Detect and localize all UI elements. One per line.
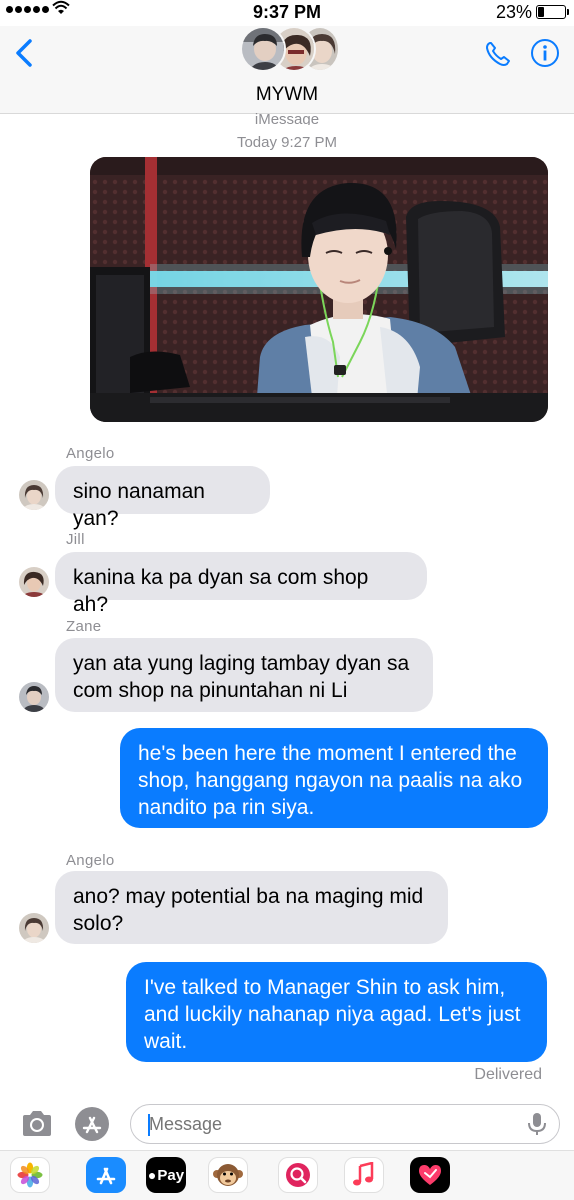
message-bubble-incoming[interactable]: ano? may potential ba na maging mid solo… bbox=[55, 871, 448, 944]
status-time: 9:37 PM bbox=[252, 2, 322, 22]
gif-search-app-icon[interactable] bbox=[278, 1157, 318, 1193]
message-composer bbox=[0, 1100, 574, 1148]
message-timestamp: Today 9:27 PM bbox=[236, 134, 338, 151]
status-bar: 9:37 PM 23% bbox=[0, 0, 574, 26]
photo-attachment[interactable] bbox=[90, 157, 548, 422]
apple-pay-app-icon[interactable]: ● Pay bbox=[146, 1157, 186, 1193]
message-bubble-outgoing[interactable]: I've talked to Manager Shin to ask him, … bbox=[126, 962, 547, 1062]
avatar-angelo-small[interactable] bbox=[19, 913, 49, 943]
avatar-zane bbox=[240, 26, 286, 72]
avatar-zane-small[interactable] bbox=[19, 682, 49, 712]
message-bubble-incoming[interactable]: sino nanaman yan? bbox=[55, 466, 270, 530]
app-store-icon[interactable] bbox=[74, 1106, 110, 1142]
service-label: iMessage bbox=[254, 111, 320, 125]
delivery-status: Delivered bbox=[474, 1066, 542, 1083]
apple-logo-icon: ● bbox=[147, 1167, 157, 1183]
sender-name: Angelo bbox=[66, 445, 115, 462]
back-button[interactable] bbox=[12, 38, 38, 68]
music-app-icon[interactable] bbox=[344, 1157, 384, 1193]
imessage-app-drawer: ● Pay bbox=[0, 1150, 574, 1200]
group-avatars[interactable] bbox=[240, 26, 340, 72]
message-bubble-incoming[interactable]: yan ata yung laging tambay dyan sa com s… bbox=[55, 638, 433, 712]
microphone-icon[interactable] bbox=[526, 1112, 548, 1136]
message-bubble-incoming[interactable]: kanina ka pa dyan sa com shop ah? bbox=[55, 552, 427, 616]
sender-name: Zane bbox=[66, 618, 102, 635]
avatar-angelo-small[interactable] bbox=[19, 480, 49, 510]
sender-name: Angelo bbox=[66, 852, 115, 869]
sender-name: Jill bbox=[66, 531, 85, 548]
phone-icon[interactable] bbox=[484, 40, 512, 68]
animoji-app-icon[interactable] bbox=[208, 1157, 248, 1193]
app-store-app-icon[interactable] bbox=[86, 1157, 126, 1193]
avatar-jill-small[interactable] bbox=[19, 567, 49, 597]
message-bubble-outgoing[interactable]: he's been here the moment I entered the … bbox=[120, 728, 548, 828]
info-icon[interactable] bbox=[530, 38, 560, 68]
message-input[interactable] bbox=[130, 1104, 560, 1144]
apple-pay-label: Pay bbox=[157, 1166, 185, 1184]
conversation-header: MYWM bbox=[0, 26, 574, 114]
battery-percentage: 23% bbox=[495, 2, 532, 22]
battery-icon bbox=[536, 5, 569, 19]
camera-icon[interactable] bbox=[20, 1108, 54, 1138]
text-cursor bbox=[148, 1114, 150, 1136]
digital-touch-app-icon[interactable] bbox=[410, 1157, 450, 1193]
photos-app-icon[interactable] bbox=[10, 1157, 50, 1193]
group-name[interactable]: MYWM bbox=[0, 84, 574, 106]
